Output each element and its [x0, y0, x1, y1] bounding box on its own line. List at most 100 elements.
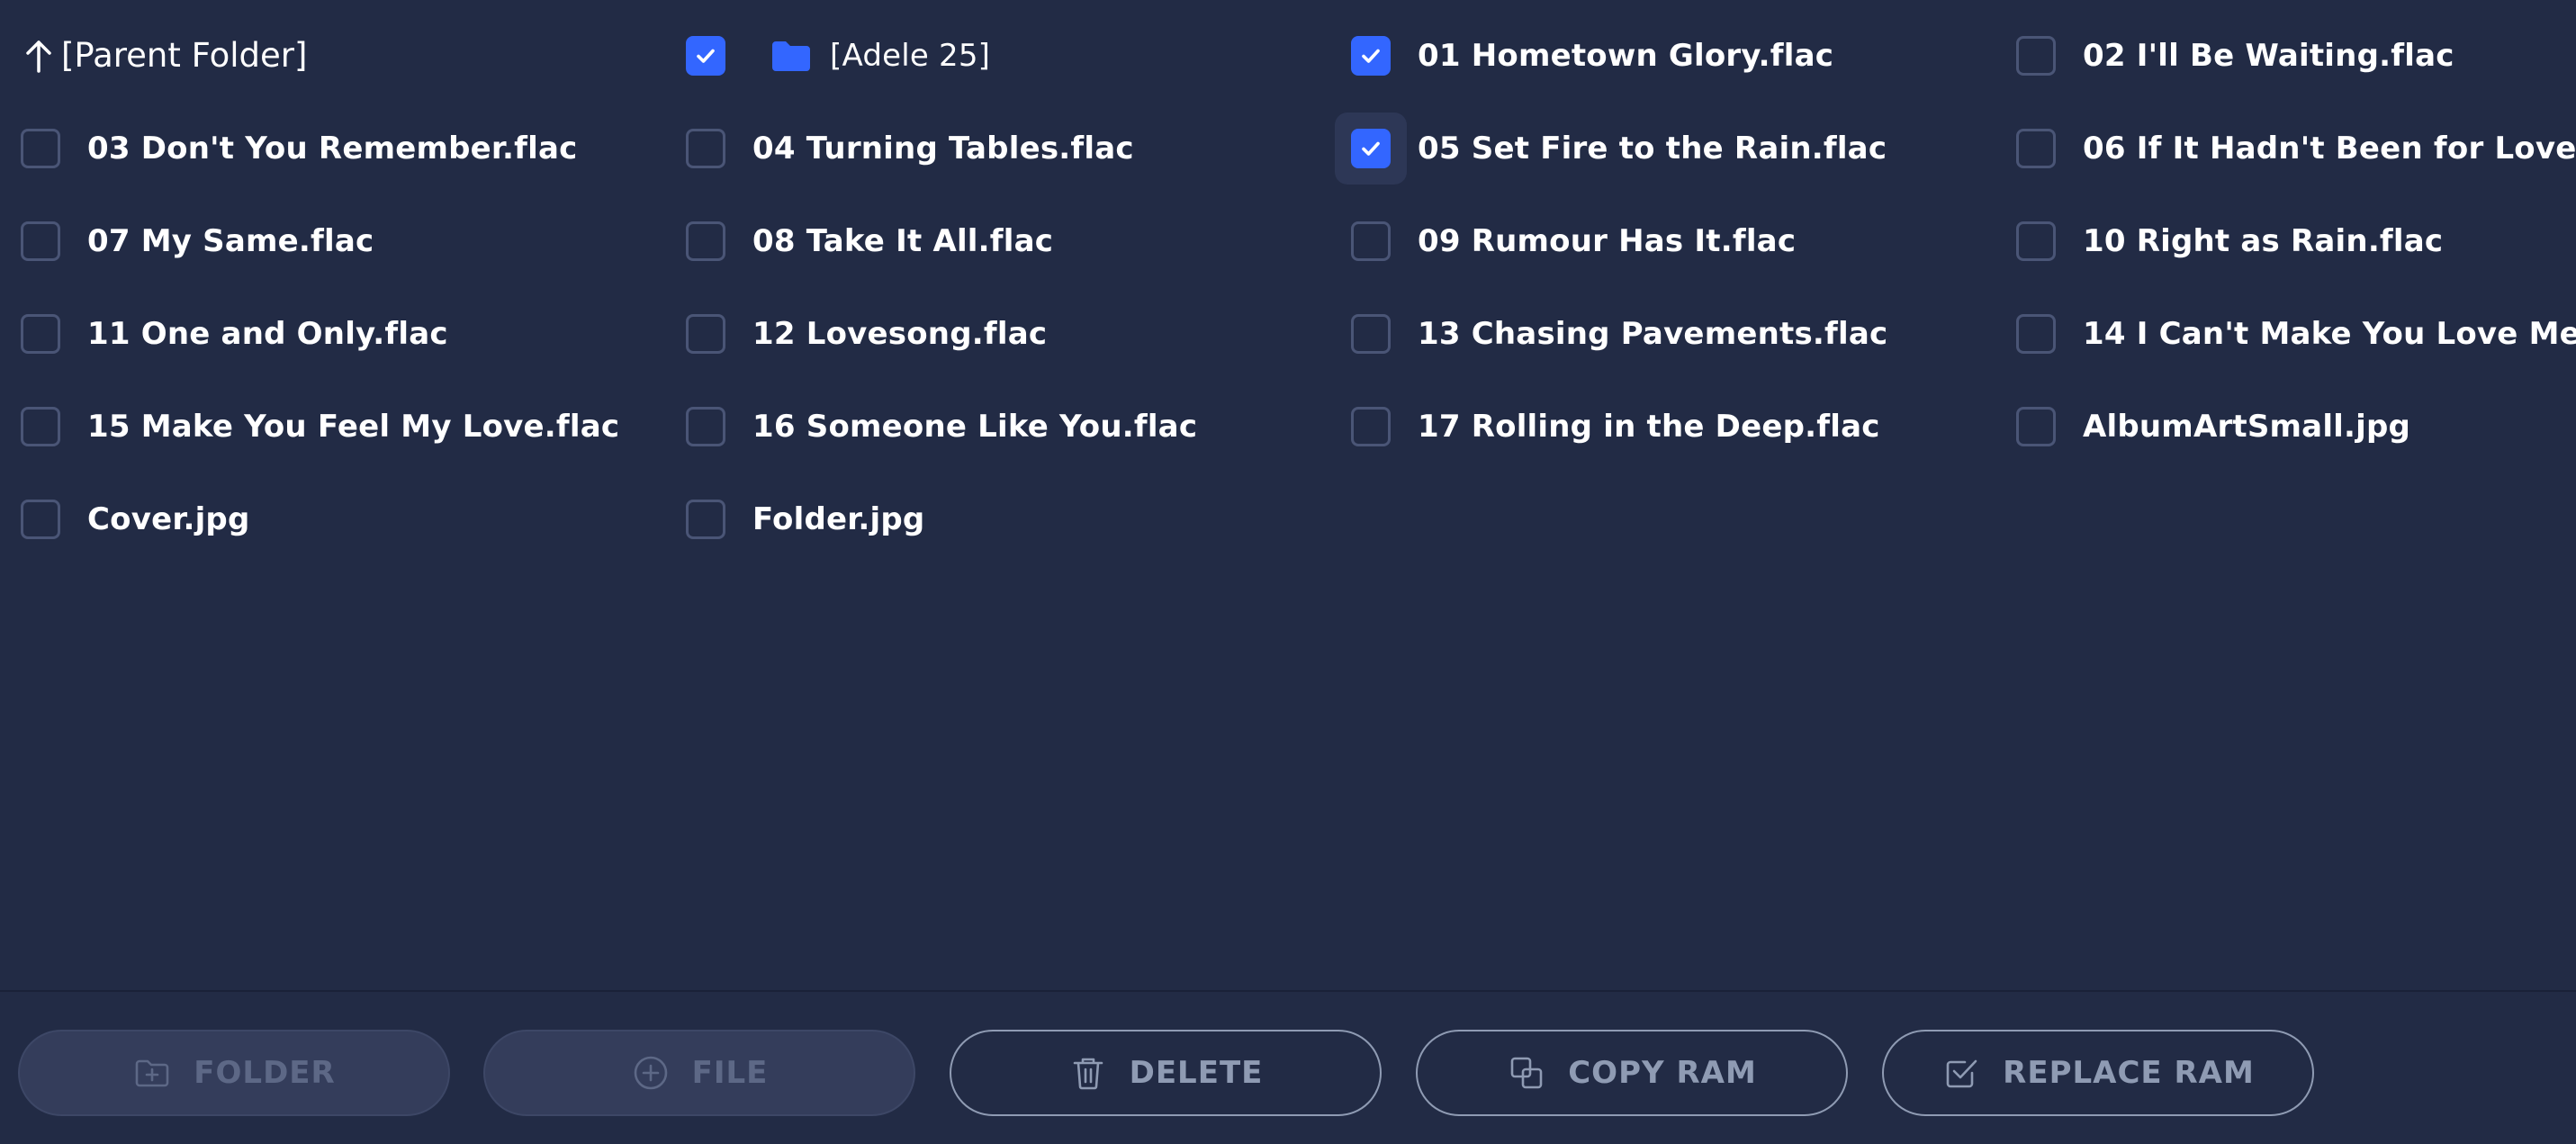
select-checkbox[interactable]	[21, 313, 60, 354]
checkbox-wrapper	[1335, 298, 1407, 370]
checkmark-icon	[1358, 43, 1383, 68]
file-item[interactable]: 01 Hometown Glory.flac	[1330, 9, 1995, 102]
file-item[interactable]: 08 Take It All.flac	[665, 194, 1330, 287]
file-name: AlbumArtSmall.jpg	[2083, 408, 2411, 445]
checkbox-wrapper	[1335, 112, 1407, 185]
file-browser: [Parent Folder] [Adele 25] 01 Hometown Gl…	[0, 0, 2576, 990]
checkbox-wrapper	[2000, 20, 2072, 92]
replace-ram-button-label: REPLACE RAM	[2003, 1055, 2255, 1091]
checkbox-wrapper	[670, 20, 742, 92]
checkbox-wrapper	[670, 205, 742, 277]
file-item[interactable]: 05 Set Fire to the Rain.flac	[1330, 102, 1995, 194]
select-checkbox[interactable]	[2016, 35, 2056, 76]
select-checkbox[interactable]	[1351, 221, 1391, 261]
file-item[interactable]: Cover.jpg	[0, 473, 665, 565]
file-item[interactable]: 12 Lovesong.flac	[665, 287, 1330, 380]
file-name: 03 Don't You Remember.flac	[87, 130, 578, 167]
checkbox-wrapper	[1335, 391, 1407, 463]
trash-icon	[1068, 1053, 1108, 1093]
file-name: 11 One and Only.flac	[87, 315, 448, 352]
file-name: 12 Lovesong.flac	[752, 315, 1048, 352]
file-item[interactable]: 14 I Can't Make You Love Me.flac	[1995, 287, 2576, 380]
select-checkbox[interactable]	[2016, 406, 2056, 446]
select-checkbox[interactable]	[21, 406, 60, 446]
select-checkbox[interactable]	[1351, 128, 1391, 168]
delete-button-label: DELETE	[1129, 1055, 1264, 1091]
copy-ram-button-label: COPY RAM	[1568, 1055, 1757, 1091]
select-checkbox[interactable]	[686, 499, 725, 539]
select-checkbox[interactable]	[2016, 128, 2056, 168]
select-checkbox[interactable]	[2016, 313, 2056, 354]
file-item[interactable]: 16 Someone Like You.flac	[665, 380, 1330, 473]
checkbox-wrapper	[670, 391, 742, 463]
checkbox-wrapper	[1335, 205, 1407, 277]
file-item[interactable]: 07 My Same.flac	[0, 194, 665, 287]
file-item[interactable]: 09 Rumour Has It.flac	[1330, 194, 1995, 287]
plus-circle-icon	[631, 1053, 671, 1093]
checkbox-wrapper	[670, 113, 742, 185]
replace-ram-button[interactable]: REPLACE RAM	[1882, 1030, 2314, 1116]
file-item[interactable]: 15 Make You Feel My Love.flac	[0, 380, 665, 473]
checkbox-wrapper	[5, 205, 77, 277]
checkbox-wrapper	[1335, 20, 1407, 92]
file-item[interactable]: Folder.jpg	[665, 473, 1330, 565]
select-checkbox[interactable]	[2016, 221, 2056, 261]
file-item[interactable]: 17 Rolling in the Deep.flac	[1330, 380, 1995, 473]
checkbox-wrapper	[5, 298, 77, 370]
checkmark-icon	[693, 43, 718, 68]
checkbox-wrapper	[670, 483, 742, 555]
file-name: Folder.jpg	[752, 500, 925, 537]
new-file-button-label: FILE	[691, 1055, 769, 1091]
checkbox-wrapper	[2000, 113, 2072, 185]
file-name: 06 If It Hadn't Been for Love.flac	[2083, 130, 2576, 167]
folder-icon	[770, 38, 812, 74]
select-checkbox[interactable]	[1351, 35, 1391, 76]
file-item[interactable]: 13 Chasing Pavements.flac	[1330, 287, 1995, 380]
copy-ram-button[interactable]: COPY RAM	[1416, 1030, 1848, 1116]
file-item[interactable]: 06 If It Hadn't Been for Love.flac	[1995, 102, 2576, 194]
checkbox-wrapper	[5, 483, 77, 555]
file-name: 07 My Same.flac	[87, 222, 374, 259]
file-name: 17 Rolling in the Deep.flac	[1418, 408, 1880, 445]
select-checkbox[interactable]	[1351, 313, 1391, 354]
delete-button[interactable]: DELETE	[950, 1030, 1382, 1116]
checkbox-wrapper	[2000, 298, 2072, 370]
new-folder-button[interactable]: FOLDER	[18, 1030, 450, 1116]
checkbox-wrapper	[2000, 205, 2072, 277]
select-checkbox[interactable]	[21, 221, 60, 261]
checkbox-wrapper	[2000, 391, 2072, 463]
file-name: 01 Hometown Glory.flac	[1418, 37, 1834, 74]
parent-folder-link[interactable]: [Parent Folder]	[0, 9, 665, 102]
file-item[interactable]: 03 Don't You Remember.flac	[0, 102, 665, 194]
file-name: 15 Make You Feel My Love.flac	[87, 408, 620, 445]
file-name: 04 Turning Tables.flac	[752, 130, 1134, 167]
file-name: 10 Right as Rain.flac	[2083, 222, 2444, 259]
new-file-button[interactable]: FILE	[483, 1030, 915, 1116]
file-name: 14 I Can't Make You Love Me.flac	[2083, 315, 2576, 352]
select-checkbox[interactable]	[686, 406, 725, 446]
file-item[interactable]: 11 One and Only.flac	[0, 287, 665, 380]
file-item[interactable]: AlbumArtSmall.jpg	[1995, 380, 2576, 473]
folder-item[interactable]: [Adele 25]	[665, 9, 1330, 102]
file-name: 16 Someone Like You.flac	[752, 408, 1198, 445]
action-toolbar: FOLDER FILE DELETE COPY RAM REPLACE RAM	[0, 990, 2576, 1144]
folder-name: [Adele 25]	[830, 37, 991, 74]
file-item[interactable]: 04 Turning Tables.flac	[665, 102, 1330, 194]
file-item[interactable]: 02 I'll Be Waiting.flac	[1995, 9, 2576, 102]
new-folder-button-label: FOLDER	[194, 1055, 336, 1091]
file-grid: [Parent Folder] [Adele 25] 01 Hometown Gl…	[0, 9, 2576, 565]
checkbox-wrapper	[670, 298, 742, 370]
checkbox-wrapper	[5, 113, 77, 185]
file-name: 05 Set Fire to the Rain.flac	[1418, 130, 1887, 167]
select-checkbox[interactable]	[21, 128, 60, 168]
parent-folder-label: [Parent Folder]	[61, 36, 308, 75]
select-checkbox[interactable]	[21, 499, 60, 539]
select-checkbox[interactable]	[686, 35, 725, 76]
file-item[interactable]: 10 Right as Rain.flac	[1995, 194, 2576, 287]
file-name: 02 I'll Be Waiting.flac	[2083, 37, 2454, 74]
select-checkbox[interactable]	[686, 128, 725, 168]
select-checkbox[interactable]	[686, 313, 725, 354]
select-checkbox[interactable]	[686, 221, 725, 261]
select-checkbox[interactable]	[1351, 406, 1391, 446]
file-name: Cover.jpg	[87, 500, 250, 537]
